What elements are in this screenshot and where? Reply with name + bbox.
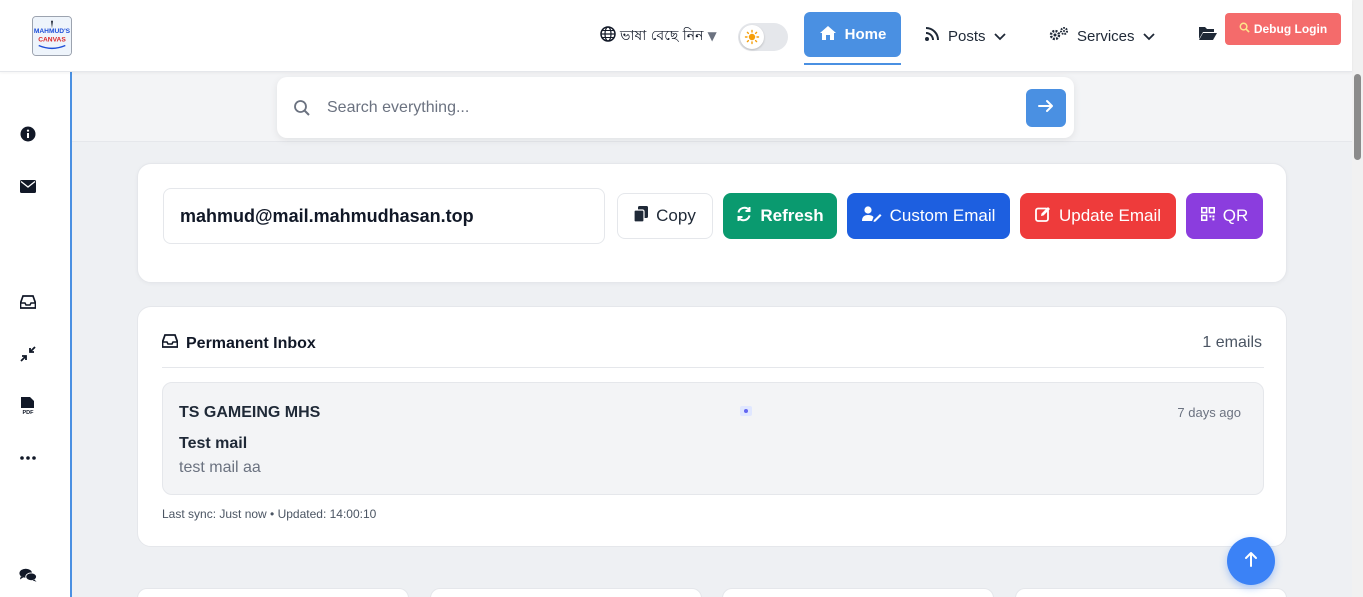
refresh-icon <box>736 206 752 227</box>
logo-line2: CANVAS <box>38 37 66 44</box>
scroll-to-top-button[interactable] <box>1227 537 1275 585</box>
inbox-icon <box>161 334 179 353</box>
user-edit-icon <box>861 205 882 227</box>
scrollbar-thumb[interactable] <box>1354 74 1361 160</box>
feature-card <box>722 588 994 597</box>
search-bar <box>277 77 1074 138</box>
home-icon <box>819 25 837 45</box>
globe-icon <box>600 26 616 46</box>
debug-login-label: Debug Login <box>1253 22 1328 36</box>
caret-down-icon: ▼ <box>707 29 717 43</box>
temp-email-card: mahmud@mail.mahmudhasan.top Copy Refresh… <box>137 163 1287 283</box>
nav-home-label: Home <box>844 26 887 43</box>
language-label: ভাষা বেছে নিন <box>620 28 704 44</box>
site-logo[interactable]: MAHMUD'S CANVAS <box>32 16 72 56</box>
inbox-header: Permanent Inbox <box>161 334 316 353</box>
svg-text:PDF: PDF <box>23 410 35 415</box>
divider <box>162 367 1264 368</box>
feature-card <box>137 588 409 597</box>
search-icon <box>1239 22 1250 36</box>
email-sender: TS GAMEING MHS <box>179 404 321 421</box>
info-icon[interactable] <box>19 125 37 143</box>
arrow-right-icon <box>1038 99 1054 118</box>
refresh-label: Refresh <box>760 206 824 225</box>
feature-card <box>1015 588 1287 597</box>
feature-card <box>430 588 702 597</box>
inbox-icon[interactable] <box>19 293 37 311</box>
copy-button[interactable]: Copy <box>617 193 713 239</box>
logo-graphic: MAHMUD'S CANVAS <box>33 17 71 55</box>
more-icon[interactable] <box>19 449 37 467</box>
debug-login-button[interactable]: Debug Login <box>1225 13 1341 45</box>
nav-services[interactable]: Services <box>1049 22 1155 50</box>
update-email-button[interactable]: Update Email <box>1020 193 1176 239</box>
arrow-up-icon <box>1244 551 1258 572</box>
nav-services-label: Services <box>1077 27 1135 45</box>
copy-icon <box>633 205 649 227</box>
custom-email-button[interactable]: Custom Email <box>847 193 1010 239</box>
chevron-down-icon <box>1142 28 1155 45</box>
inbox-card: Permanent Inbox 1 emails TS GAMEING MHS … <box>137 306 1287 547</box>
email-count: 1 emails <box>1202 334 1262 351</box>
nav-posts-label: Posts <box>948 27 986 45</box>
inbox-title: Permanent Inbox <box>186 334 316 352</box>
refresh-button[interactable]: Refresh <box>723 193 837 239</box>
logo-line1: MAHMUD'S <box>34 28 71 35</box>
custom-email-label: Custom Email <box>889 206 996 225</box>
qr-label: QR <box>1222 206 1249 225</box>
top-navbar: MAHMUD'S CANVAS ভাষা বেছে নিন ▼ Home Pos… <box>0 0 1352 72</box>
search-icon <box>293 99 311 122</box>
theme-toggle[interactable] <box>738 23 788 51</box>
compress-icon[interactable] <box>19 345 37 363</box>
search-submit-button[interactable] <box>1026 89 1066 127</box>
email-list-item[interactable]: TS GAMEING MHS 7 days ago Test mail test… <box>162 382 1264 495</box>
chat-icon[interactable] <box>19 566 37 584</box>
blog-icon <box>924 26 940 46</box>
nav-home[interactable]: Home <box>804 12 901 57</box>
attachment-badge-icon <box>740 406 752 416</box>
sidebar: PDF <box>0 72 72 597</box>
folder-open-icon[interactable] <box>1198 25 1218 45</box>
email-preview: test mail aa <box>179 459 261 476</box>
sun-icon <box>740 25 764 49</box>
search-input[interactable] <box>327 91 1007 125</box>
update-email-label: Update Email <box>1058 206 1162 225</box>
pdf-file-icon[interactable]: PDF <box>19 397 37 415</box>
active-nav-indicator <box>804 63 901 65</box>
qrcode-icon <box>1200 206 1215 226</box>
page-scrollbar[interactable] <box>1352 0 1363 597</box>
chevron-down-icon <box>993 28 1006 45</box>
copy-label: Copy <box>656 206 696 225</box>
qr-button[interactable]: QR <box>1186 193 1263 239</box>
sync-status: Last sync: Just now • Updated: 14:00:10 <box>162 507 377 521</box>
nav-posts[interactable]: Posts <box>924 22 1006 50</box>
language-selector[interactable]: ভাষা বেছে নিন ▼ <box>600 24 717 48</box>
email-address-field[interactable]: mahmud@mail.mahmudhasan.top <box>163 188 605 244</box>
envelope-icon[interactable] <box>19 177 37 195</box>
edit-icon <box>1035 206 1051 227</box>
email-time: 7 days ago <box>1177 405 1241 420</box>
email-subject: Test mail <box>179 435 248 452</box>
gears-icon <box>1049 26 1069 46</box>
